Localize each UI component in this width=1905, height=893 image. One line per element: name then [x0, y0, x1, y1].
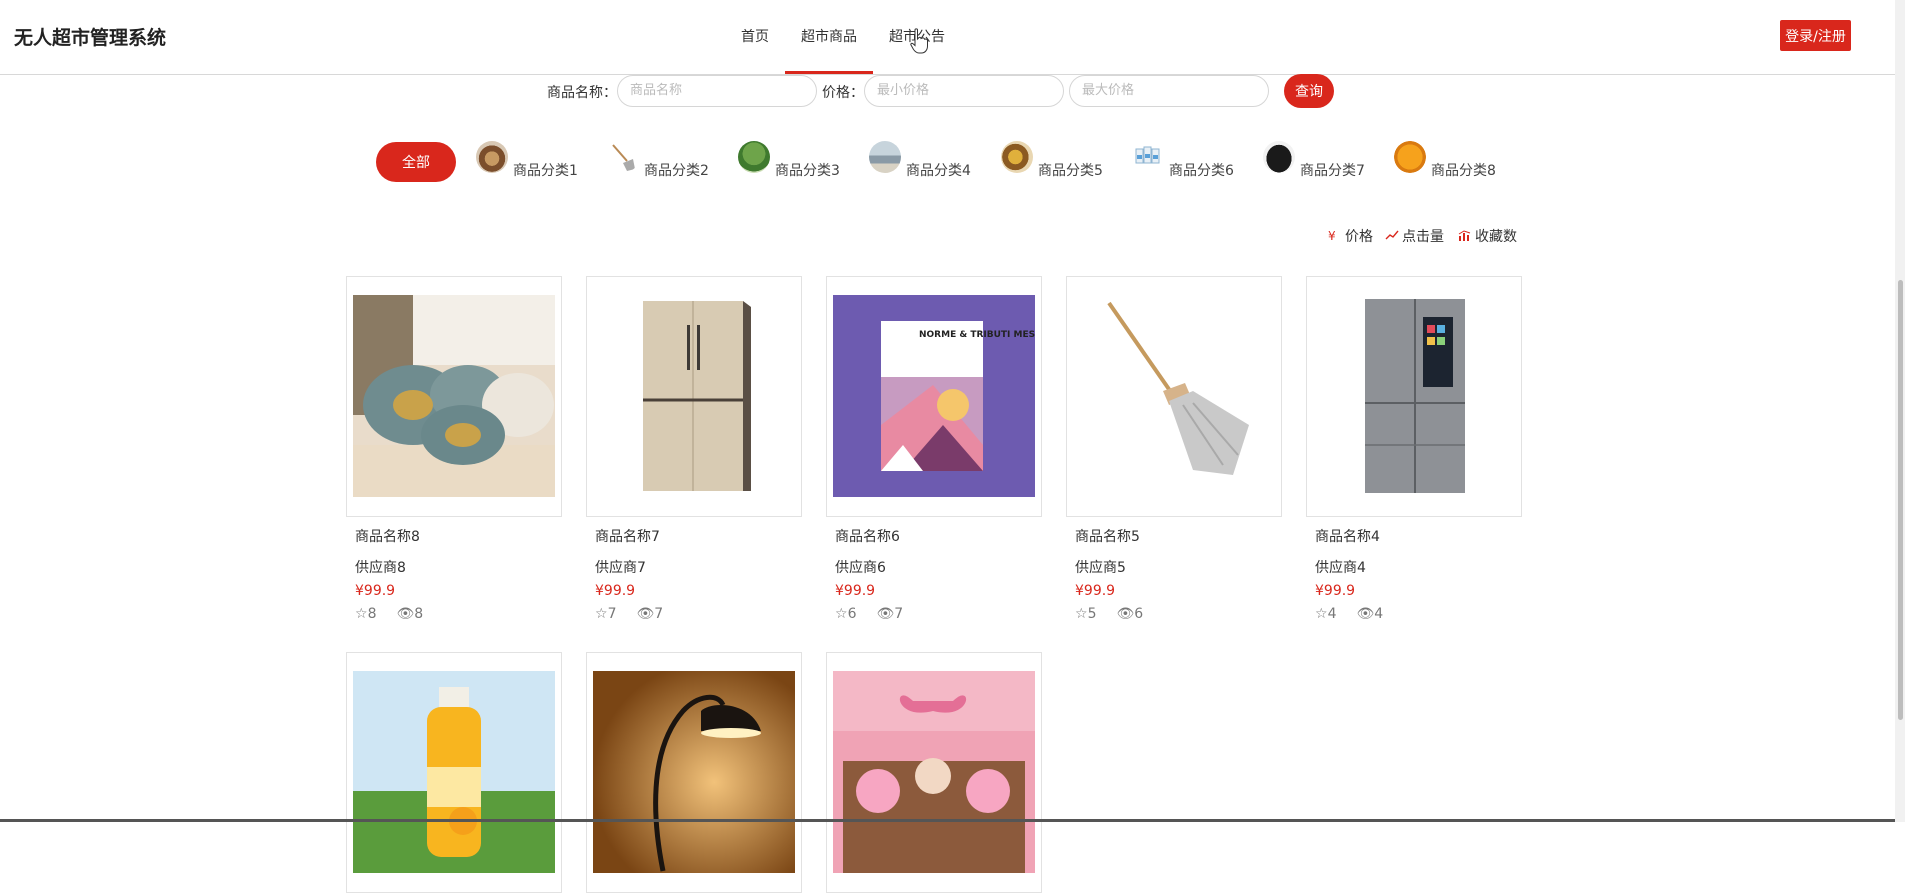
- product-image-book: NORME & TRIBUTI MESE: [833, 295, 1035, 497]
- favorites-count: 7: [607, 606, 617, 622]
- star-icon: ☆: [355, 606, 368, 622]
- category-thumbnail: [1394, 141, 1426, 173]
- category-thumbnail: [476, 141, 508, 173]
- product-stats: ☆4 👁4: [1315, 606, 1403, 622]
- category-label: 商品分类1: [513, 163, 578, 179]
- category-label: 商品分类3: [775, 163, 840, 179]
- product-stats: ☆6 👁7: [835, 606, 923, 622]
- product-price: ¥99.9: [1315, 583, 1356, 599]
- max-price-input[interactable]: 最大价格: [1069, 75, 1269, 107]
- product-stats: ☆5 👁6: [1075, 606, 1163, 622]
- category-label: 商品分类2: [644, 163, 709, 179]
- price-label: 价格：: [822, 85, 864, 101]
- nav-active-indicator: [785, 71, 873, 74]
- favorites-count: 4: [1327, 606, 1337, 622]
- sort-price-label: 价格: [1345, 229, 1373, 245]
- product-price: ¥99.9: [595, 583, 636, 599]
- trend-icon: [1385, 229, 1399, 244]
- favorites-count: 5: [1087, 606, 1097, 622]
- views-count: 7: [894, 606, 904, 622]
- name-label: 商品名称：: [547, 85, 617, 101]
- star-icon: ☆: [835, 606, 848, 622]
- product-image-mop: [1073, 295, 1275, 497]
- sort-clicks-label: 点击量: [1402, 229, 1444, 245]
- product-image-frame[interactable]: [586, 276, 802, 517]
- mouse-cursor-icon: [910, 28, 928, 54]
- search-button[interactable]: 查询: [1284, 74, 1334, 108]
- product-stats: ☆7 👁7: [595, 606, 683, 622]
- login-register-button[interactable]: 登录/注册: [1780, 20, 1851, 51]
- product-image-frame[interactable]: [1066, 276, 1282, 517]
- star-icon: ☆: [1075, 606, 1088, 622]
- product-name-input[interactable]: 商品名称: [617, 75, 817, 107]
- category-thumbnail: [1132, 141, 1164, 173]
- product-image-pillows: [353, 295, 555, 497]
- views-count: 8: [414, 606, 424, 622]
- product-supplier: 供应商8: [355, 560, 406, 576]
- eye-icon: 👁: [396, 606, 415, 622]
- views-count: 6: [1134, 606, 1144, 622]
- eye-icon: 👁: [636, 606, 655, 622]
- favorites-count: 6: [847, 606, 857, 622]
- star-icon: ☆: [595, 606, 608, 622]
- product-name[interactable]: 商品名称4: [1315, 526, 1380, 546]
- views-count: 4: [1374, 606, 1384, 622]
- eye-icon: 👁: [876, 606, 895, 622]
- category-thumbnail: [869, 141, 901, 173]
- product-name[interactable]: 商品名称8: [355, 526, 420, 546]
- product-supplier: 供应商7: [595, 560, 646, 576]
- product-image-frame[interactable]: [826, 652, 1042, 893]
- sort-by-favorites[interactable]: 收藏数: [1458, 226, 1517, 246]
- product-price: ¥99.9: [355, 583, 396, 599]
- product-supplier: 供应商5: [1075, 560, 1126, 576]
- category-thumbnail: [1001, 141, 1033, 173]
- yen-icon: ¥: [1328, 229, 1336, 243]
- product-image-lamp: [593, 671, 795, 873]
- category-thumbnail: [738, 141, 770, 173]
- product-image-smart-fridge: [1313, 295, 1515, 497]
- top-header: 无人超市管理系统 首页 超市商品 超市公告 登录/注册: [0, 0, 1895, 75]
- bar-chart-icon: [1458, 229, 1472, 244]
- eye-icon: 👁: [1356, 606, 1375, 622]
- product-image-fridge: [593, 295, 795, 497]
- site-logo-title[interactable]: 无人超市管理系统: [14, 23, 166, 50]
- product-image-juice: [353, 671, 555, 873]
- category-thumbnail: [1263, 141, 1295, 173]
- product-image-frame[interactable]: [586, 652, 802, 893]
- product-price: ¥99.9: [1075, 583, 1116, 599]
- eye-icon: 👁: [1116, 606, 1135, 622]
- product-supplier: 供应商6: [835, 560, 886, 576]
- product-name[interactable]: 商品名称5: [1075, 526, 1140, 546]
- category-thumbnail: [607, 141, 639, 173]
- favorites-count: 8: [367, 606, 377, 622]
- nav-products[interactable]: 超市商品: [801, 26, 857, 46]
- category-label: 商品分类7: [1300, 163, 1365, 179]
- category-label: 商品分类4: [906, 163, 971, 179]
- product-image-frame[interactable]: [1306, 276, 1522, 517]
- product-price: ¥99.9: [835, 583, 876, 599]
- product-name[interactable]: 商品名称7: [595, 526, 660, 546]
- category-all-button[interactable]: 全部: [376, 142, 456, 182]
- product-image-gift-box: [833, 671, 1035, 873]
- sort-favorites-label: 收藏数: [1475, 229, 1517, 245]
- views-count: 7: [654, 606, 664, 622]
- product-stats: ☆8 👁8: [355, 606, 443, 622]
- product-image-frame[interactable]: [346, 652, 562, 893]
- scrollbar-thumb[interactable]: [1898, 280, 1903, 720]
- category-label: 商品分类5: [1038, 163, 1103, 179]
- category-label: 商品分类8: [1431, 163, 1496, 179]
- category-label: 商品分类6: [1169, 163, 1234, 179]
- min-price-input[interactable]: 最小价格: [864, 75, 1064, 107]
- product-image-frame[interactable]: [346, 276, 562, 517]
- sort-by-clicks[interactable]: 点击量: [1385, 226, 1444, 246]
- star-icon: ☆: [1315, 606, 1328, 622]
- product-supplier: 供应商4: [1315, 560, 1366, 576]
- book-cover-text: NORME & TRIBUTI MESE: [919, 330, 1035, 340]
- nav-home[interactable]: 首页: [741, 26, 769, 46]
- product-name[interactable]: 商品名称6: [835, 526, 900, 546]
- sort-by-price[interactable]: ¥ 价格: [1328, 226, 1373, 246]
- product-image-frame[interactable]: NORME & TRIBUTI MESE: [826, 276, 1042, 517]
